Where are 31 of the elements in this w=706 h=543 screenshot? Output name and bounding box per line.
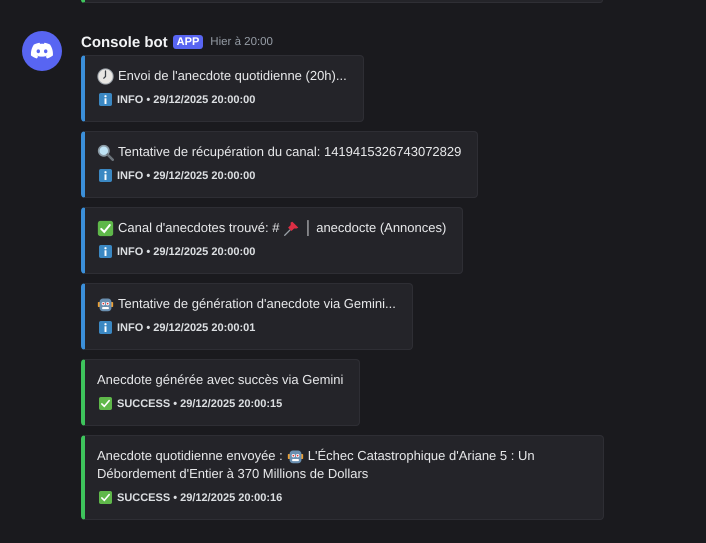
robot-icon: [97, 296, 114, 312]
embed-text: Anecdote générée avec succès via Gemini: [97, 371, 344, 389]
pushpin-icon: [283, 220, 300, 236]
embed-footer: INFO • 29/12/2025 20:00:00: [117, 170, 256, 182]
embed-text: Anecdote quotidienne envoyée :: [97, 447, 283, 465]
embed-text: Envoi de l'anecdote quotidienne (20h)...: [118, 67, 347, 85]
embed-text: Canal d'anecdotes trouvé: #: [118, 219, 280, 237]
embed-footer: SUCCESS • 29/12/2025 20:00:16: [117, 492, 282, 504]
info-icon: [99, 321, 112, 334]
app-badge: APP: [172, 35, 204, 49]
info-icon: [99, 169, 112, 182]
check-icon: [99, 491, 112, 504]
embed-footer: INFO • 29/12/2025 20:00:01: [117, 322, 256, 334]
bot-avatar-icon[interactable]: [22, 31, 62, 71]
robot-icon: [286, 448, 304, 464]
check-icon: [99, 397, 112, 410]
clock-icon: [97, 68, 114, 84]
embed-footer: SUCCESS • 29/12/2025 20:00:15: [117, 398, 282, 410]
author-name[interactable]: Console bot: [81, 34, 168, 50]
info-icon: [99, 93, 112, 106]
embed-text: Débordement d'Entier à 370 Millions de Dollars: [97, 465, 368, 483]
embed-footer: INFO • 29/12/2025 20:00:00: [117, 94, 256, 106]
check-icon: [97, 220, 114, 236]
embed-text: Tentative de génération d'anecdote via Gemini...: [118, 295, 396, 313]
embed-text: │ anecdocte (Annonces): [304, 219, 446, 237]
embed-footer: INFO • 29/12/2025 20:00:00: [117, 246, 256, 258]
embed-text: Tentative de récupération du canal: 1419415326743072829: [118, 143, 462, 161]
info-icon: [99, 245, 112, 258]
message-timestamp: Hier à 20:00: [210, 36, 273, 48]
magnifier-icon: [97, 144, 114, 160]
embed-text: L'Échec Catastrophique d'Ariane 5 : Un: [308, 447, 535, 465]
